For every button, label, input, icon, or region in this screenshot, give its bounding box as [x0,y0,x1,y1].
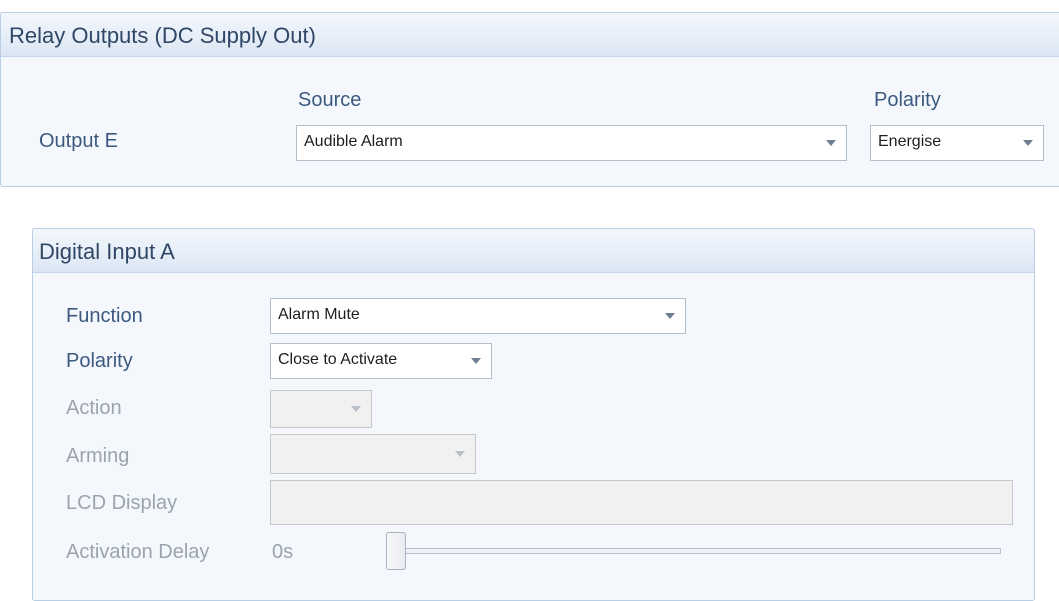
action-label: Action [66,397,122,419]
output-e-label: Output E [39,130,118,152]
source-dropdown[interactable]: Audible Alarm [296,125,847,161]
activation-delay-label: Activation Delay [66,541,210,563]
function-dropdown-value: Alarm Mute [278,306,360,323]
chevron-down-icon [455,451,465,457]
chevron-down-icon [471,358,481,364]
chevron-down-icon [826,140,836,146]
polarity-column-header: Polarity [874,89,941,111]
source-column-header: Source [298,89,362,111]
relay-polarity-dropdown[interactable]: Energise [870,125,1044,161]
chevron-down-icon [665,313,675,319]
digital-input-header: Digital Input A [33,229,1034,273]
activation-delay-slider-thumb[interactable] [386,532,406,570]
source-dropdown-value: Audible Alarm [304,133,403,150]
input-polarity-dropdown[interactable]: Close to Activate [270,343,492,379]
polarity-label: Polarity [66,350,133,372]
panel-title: Digital Input A [39,239,175,264]
function-label: Function [66,305,143,327]
relay-polarity-dropdown-value: Energise [878,133,942,150]
arming-dropdown[interactable] [270,434,476,474]
relay-outputs-header: Relay Outputs (DC Supply Out) [1,13,1059,57]
lcd-display-label: LCD Display [66,492,178,514]
chevron-down-icon [1023,140,1033,146]
chevron-down-icon [351,406,361,412]
lcd-display-input[interactable] [270,480,1013,525]
activation-delay-slider-track[interactable] [398,548,1001,554]
input-polarity-dropdown-value: Close to Activate [278,351,398,368]
panel-title: Relay Outputs (DC Supply Out) [9,23,316,48]
function-dropdown[interactable]: Alarm Mute [270,298,686,334]
action-dropdown[interactable] [270,390,372,428]
arming-label: Arming [66,445,130,467]
activation-delay-value: 0s [272,541,294,563]
